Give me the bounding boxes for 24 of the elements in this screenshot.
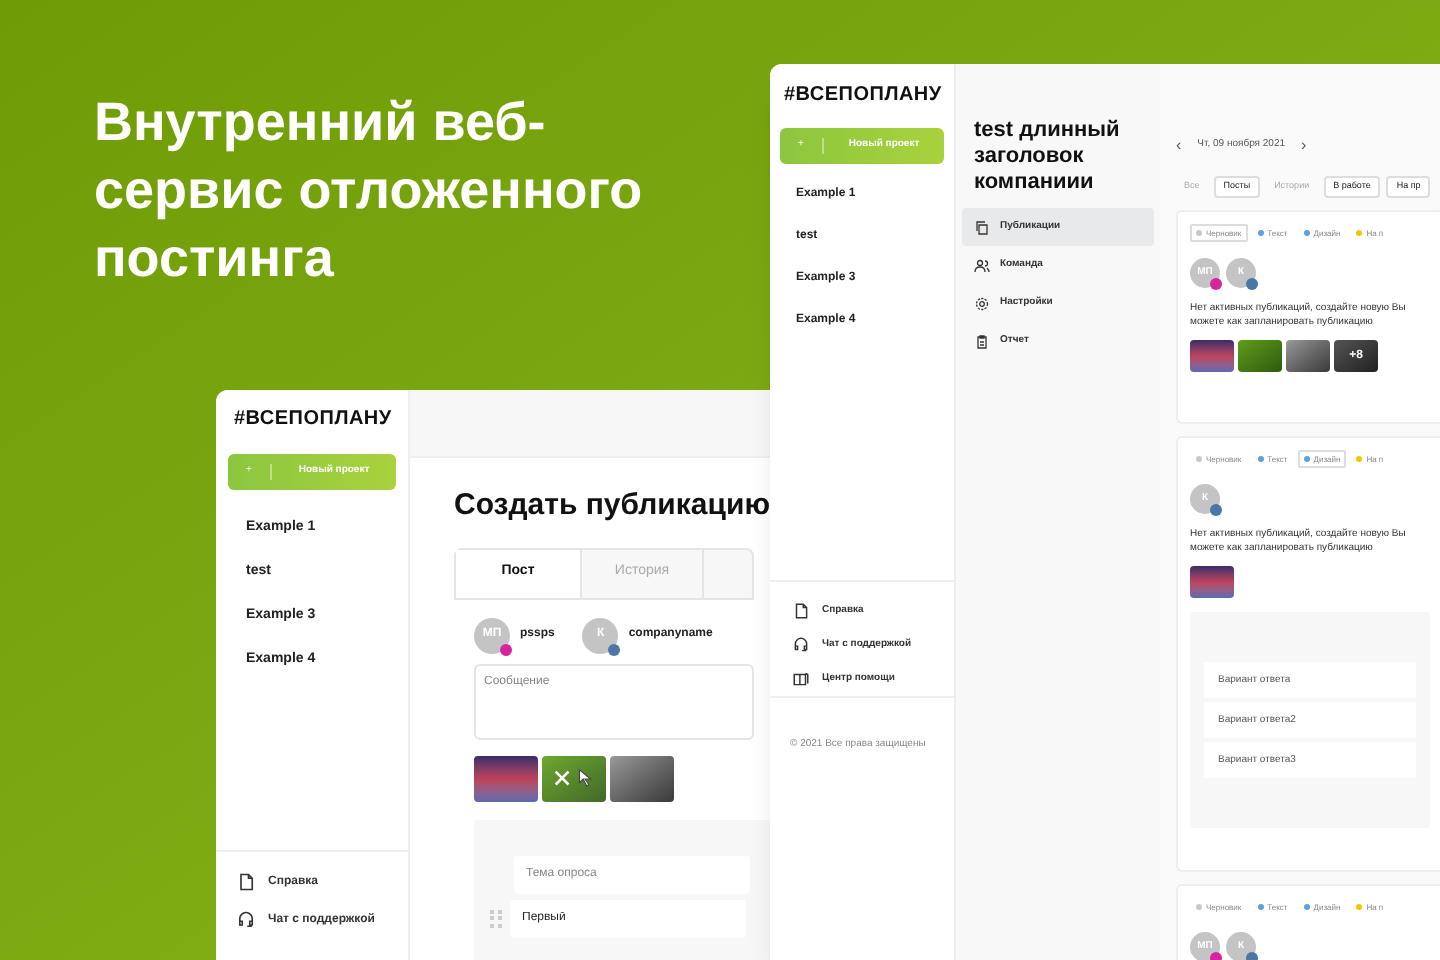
logo: #ВСЕПОПЛАНУ <box>232 406 394 434</box>
next-button[interactable]: › <box>1301 134 1307 158</box>
copy-icon <box>974 219 990 235</box>
headset-icon <box>792 636 810 654</box>
users-icon <box>974 257 990 273</box>
remove-cursor-icon[interactable] <box>552 767 596 789</box>
photo-placeholder <box>1190 566 1234 598</box>
headline: Внутренний веб-сервис отложенного постинга <box>94 90 645 292</box>
clipboard-icon <box>974 333 990 349</box>
drag-handle-icon[interactable] <box>490 909 502 927</box>
settings-icon <box>974 295 990 311</box>
photo-placeholder <box>1286 340 1330 372</box>
books-icon <box>792 670 810 688</box>
photo-placeholder <box>1190 340 1234 372</box>
document-icon <box>792 602 810 620</box>
photo-placeholder <box>1238 340 1282 372</box>
prev-button[interactable]: ‹ <box>1176 134 1182 158</box>
headset-icon <box>236 910 256 930</box>
document-icon <box>236 872 256 892</box>
logo: #ВСЕПОПЛАНУ <box>782 82 944 110</box>
photo-placeholder <box>610 755 674 801</box>
page-title: Создать публикацию <box>454 486 772 526</box>
company-title: test длинный заголовок компаниии <box>972 116 1122 196</box>
photo-placeholder <box>474 755 538 801</box>
